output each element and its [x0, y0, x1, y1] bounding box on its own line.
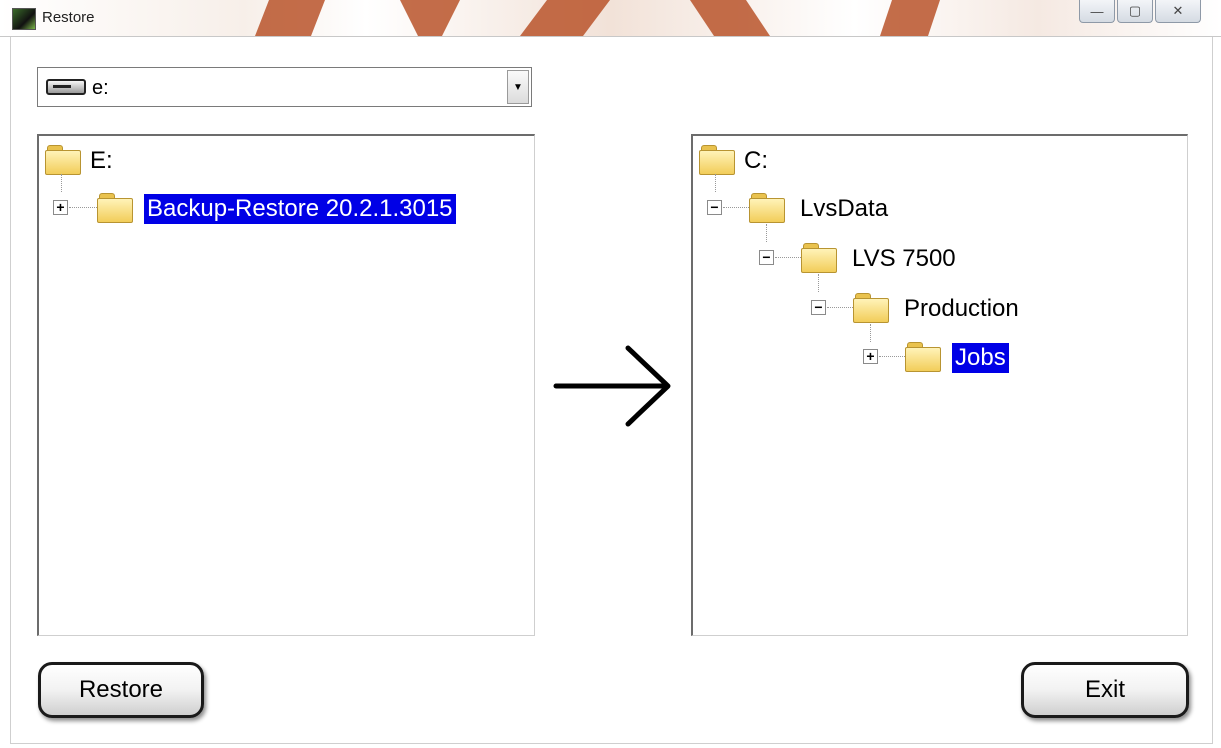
collapse-icon[interactable]: − [811, 300, 826, 315]
tree-node-lvs-7500[interactable]: − LVS 7500 [759, 240, 1019, 276]
folder-icon [45, 144, 81, 175]
drive-icon [46, 79, 86, 95]
tree-node-label: LVS 7500 [852, 245, 956, 272]
expand-icon[interactable]: + [863, 349, 878, 364]
close-button[interactable]: ✕ [1155, 0, 1201, 23]
destination-tree-panel[interactable]: C: − LvsData − LVS 7500 − Production + J… [691, 134, 1188, 636]
minimize-button[interactable]: — [1079, 0, 1115, 23]
chevron-down-icon[interactable]: ▼ [507, 70, 529, 104]
window-title: Restore [42, 9, 95, 26]
maximize-button[interactable]: ▢ [1117, 0, 1153, 23]
tree-node-label: Backup-Restore 20.2.1.3015 [144, 194, 456, 224]
tree-node-label: LvsData [800, 195, 889, 222]
folder-icon [853, 292, 889, 323]
drive-dropdown[interactable]: e: ▼ [37, 67, 532, 107]
folder-icon [749, 192, 785, 223]
restore-button[interactable]: Restore [38, 662, 204, 718]
collapse-icon[interactable]: − [759, 250, 774, 265]
tree-node-lvsdata[interactable]: − LvsData [707, 190, 967, 226]
collapse-icon[interactable]: − [707, 200, 722, 215]
expand-icon[interactable]: + [53, 200, 68, 215]
titlebar-decoration [690, 0, 770, 36]
right-arrow-icon [553, 345, 671, 427]
exit-button[interactable]: Exit [1021, 662, 1189, 718]
app-icon [12, 8, 36, 30]
titlebar-decoration [880, 0, 940, 36]
folder-icon [905, 341, 941, 372]
folder-icon [699, 144, 735, 175]
tree-node-label: Production [904, 295, 1019, 322]
drive-dropdown-value: e: [92, 77, 109, 99]
folder-icon [801, 242, 837, 273]
window-controls: — ▢ ✕ [1079, 0, 1201, 23]
titlebar-decoration [255, 0, 325, 36]
tree-node-label: E: [90, 147, 113, 174]
folder-icon [97, 192, 133, 223]
tree-node-backup-restore[interactable]: + Backup-Restore 20.2.1.3015 [53, 190, 523, 226]
title-bar: Restore — ▢ ✕ [0, 0, 1221, 37]
tree-node-label: C: [744, 147, 768, 174]
tree-node-production[interactable]: − Production [811, 290, 1071, 326]
titlebar-decoration [400, 0, 460, 36]
tree-node-jobs[interactable]: + Jobs [863, 339, 1063, 375]
tree-node-label: Jobs [952, 343, 1009, 373]
titlebar-decoration [520, 0, 610, 36]
source-tree-panel[interactable]: E: + Backup-Restore 20.2.1.3015 [37, 134, 535, 636]
